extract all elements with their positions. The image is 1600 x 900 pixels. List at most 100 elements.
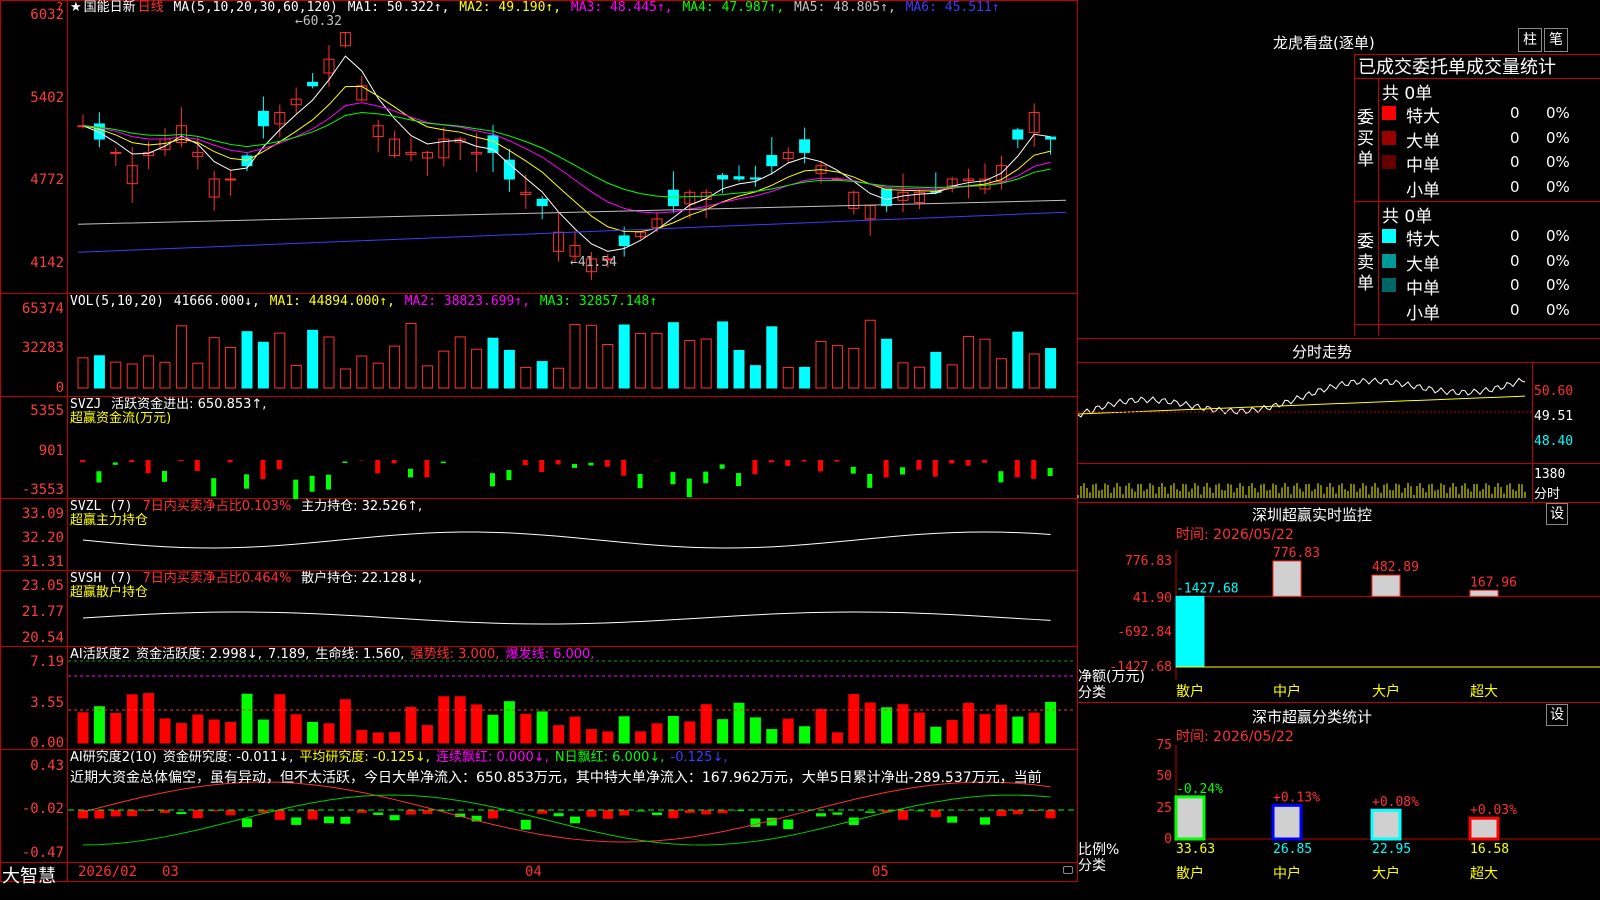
order-pct: 0%	[1546, 153, 1570, 171]
activity-bar	[77, 712, 89, 744]
order-type-label: 中单	[1406, 279, 1440, 299]
price-tick: 6032	[30, 7, 64, 23]
vol-tick: 32283	[21, 340, 64, 356]
monitor-settings-button[interactable]: 设	[1546, 503, 1568, 525]
activity-bar	[585, 729, 597, 744]
ai-res-header: AI研究度2(10) 资金研究度: -0.011↓, 平均研究度: -0.125…	[70, 750, 728, 765]
activity-bar	[175, 723, 187, 744]
activity-bar	[684, 721, 696, 744]
flow-bar	[408, 468, 413, 478]
order-count: 0	[1510, 128, 1520, 147]
star-icon[interactable]: ★	[70, 0, 82, 15]
activity-bar	[503, 701, 515, 744]
order-pct: 0%	[1546, 251, 1570, 270]
order-count: 0	[1510, 276, 1520, 294]
flow-bar	[506, 470, 512, 481]
volume-bar	[454, 336, 466, 389]
flow-bar	[719, 464, 725, 469]
order-row: 特大 0 0%	[1382, 102, 1600, 127]
volume-bar	[143, 355, 155, 389]
order-row: 大单 0 0%	[1382, 127, 1600, 152]
monitor-title: 深圳超赢实时监控	[1252, 506, 1373, 524]
volume-bar	[1045, 348, 1057, 389]
volume-bar	[471, 348, 483, 389]
class-settings-button[interactable]: 设	[1546, 704, 1568, 726]
activity-bar	[159, 718, 171, 744]
ai-act-header: AI活跃度2 资金活跃度: 2.998↓, 7.189, 生命线: 1.560,…	[70, 647, 595, 662]
volume-bar	[405, 322, 417, 389]
period-label[interactable]: 日线	[138, 0, 164, 15]
research-bar	[422, 810, 433, 814]
activity-bar	[881, 707, 893, 744]
flow-bar	[801, 460, 807, 462]
activity-bar	[290, 714, 302, 744]
order-row: 小单 0 0%	[1382, 299, 1600, 324]
ma-line	[77, 211, 1067, 253]
volume-bar	[667, 322, 679, 389]
volume-bar	[372, 362, 384, 389]
activity-bar	[241, 693, 253, 744]
volume-bar	[274, 332, 286, 389]
activity-bar	[553, 725, 565, 744]
activity-bar	[1045, 701, 1057, 744]
ma-line	[82, 111, 1051, 198]
flow-bar	[637, 474, 643, 489]
vol-header: VOL(5,10,20) 41666.000↓, MA1: 44894.000↑…	[70, 294, 658, 309]
activity-bar	[815, 709, 827, 744]
volume-bar	[717, 321, 729, 389]
research-bar	[832, 812, 843, 815]
order-pct: 0%	[1546, 177, 1570, 196]
volume-bar	[651, 332, 663, 389]
flow-bar	[555, 460, 561, 465]
flow-bar	[309, 475, 315, 492]
flow-bar	[129, 460, 135, 463]
research-bar	[340, 816, 351, 824]
flow-bar	[194, 460, 200, 472]
activity-bar	[126, 694, 138, 744]
volume-bar	[569, 324, 581, 389]
activity-bar	[995, 704, 1007, 744]
order-pct: 0%	[1546, 227, 1570, 245]
activity-bar	[717, 719, 729, 744]
flow-bar	[342, 461, 348, 463]
activity-bar	[946, 720, 958, 744]
order-row: 中单 0 0%	[1382, 151, 1600, 176]
activity-bar	[733, 702, 745, 744]
activity-bar	[339, 699, 351, 744]
volume-bar	[700, 338, 712, 389]
lock-icon[interactable]	[1063, 866, 1073, 874]
tick-mode-button[interactable]: 笔	[1544, 28, 1568, 52]
stock-name[interactable]: 国能日新	[84, 0, 136, 15]
flow-bar	[785, 460, 791, 466]
research-bar	[291, 817, 302, 825]
candle-body	[799, 139, 811, 153]
color-swatch	[1382, 253, 1396, 268]
flow-bar	[818, 460, 823, 472]
candle-body	[536, 198, 548, 207]
activity-bar	[110, 713, 122, 744]
flow-bar	[932, 460, 938, 477]
volume-bar	[995, 358, 1007, 389]
research-bar	[570, 816, 580, 824]
volume-bar	[225, 346, 237, 389]
research-bar	[980, 817, 990, 825]
ma-line	[82, 85, 1051, 233]
flow-bar	[145, 460, 151, 474]
flow-bar	[211, 478, 217, 497]
order-count: 0	[1510, 227, 1520, 245]
activity-bar	[831, 732, 843, 744]
color-swatch	[1382, 130, 1396, 145]
candle-body	[225, 178, 237, 181]
order-count: 0	[1510, 177, 1520, 196]
activity-bar	[766, 729, 778, 744]
flow-bar	[375, 460, 381, 474]
order-row: 大单 0 0%	[1382, 250, 1600, 275]
price-tick: 4772	[30, 172, 64, 188]
order-type-label: 大单	[1406, 131, 1440, 152]
color-swatch	[1382, 278, 1396, 292]
candle-body	[881, 188, 893, 207]
flow-bar	[736, 473, 741, 487]
research-bar	[635, 810, 646, 812]
research-bar	[406, 810, 416, 815]
bar-mode-button[interactable]: 柱	[1518, 28, 1542, 52]
